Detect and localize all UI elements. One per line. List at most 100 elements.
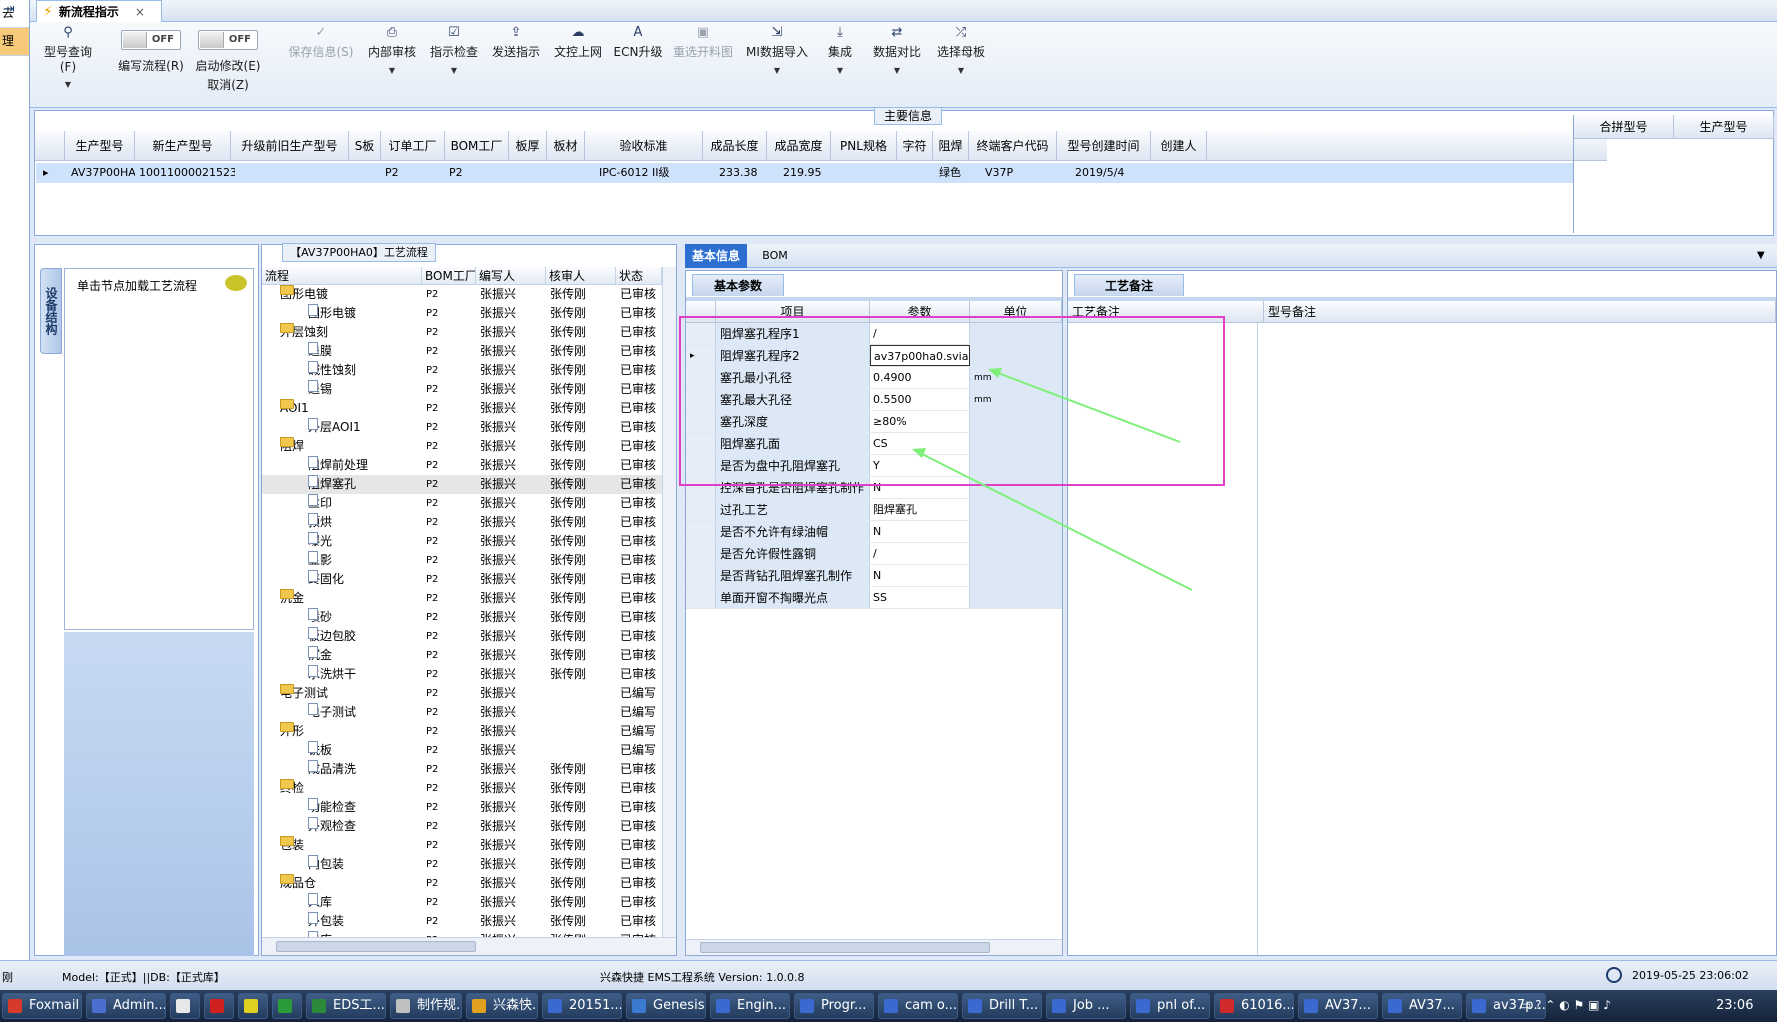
col-header[interactable]: 升级前旧生产型号 — [231, 131, 349, 161]
flow-tree-row[interactable]: 丝印 P2 张振兴 张传刚 已审核 — [262, 494, 662, 513]
flow-tree-row[interactable]: 喷砂 P2 张振兴 张传刚 已审核 — [262, 608, 662, 627]
taskbar-item[interactable]: Drill T... — [962, 993, 1042, 1019]
model-notes-area[interactable] — [1264, 323, 1764, 955]
chevron-down-icon[interactable]: ▼ — [1757, 250, 1765, 261]
col-header[interactable]: 核审人 — [546, 267, 616, 285]
taskbar-item[interactable]: Foxmail — [2, 993, 82, 1019]
flow-tree-row[interactable]: 图形电镀 P2 张振兴 张传刚 已审核 — [262, 304, 662, 323]
taskbar-item[interactable]: Progr... — [794, 993, 874, 1019]
cell-create-time[interactable]: 2019/5/4 — [1075, 163, 1151, 183]
close-icon[interactable]: × — [135, 5, 145, 19]
flow-tree-row[interactable]: −终检P2张振兴张传刚已审核 — [262, 779, 662, 798]
taskbar-item[interactable]: 61016... — [1214, 993, 1294, 1019]
vertical-scrollbar[interactable] — [662, 267, 676, 937]
flow-tree-row[interactable]: 入库 P2 张振兴 张传刚 已审核 — [262, 893, 662, 912]
col-header[interactable]: 成品长度 — [703, 131, 767, 161]
flow-tree-row[interactable]: −沉金P2张振兴张传刚已审核 — [262, 589, 662, 608]
flow-tree-row[interactable]: 预烘 P2 张振兴 张传刚 已审核 — [262, 513, 662, 532]
taskbar-item[interactable] — [272, 993, 302, 1019]
flow-tree-row[interactable]: 内包装 P2 张振兴 张传刚 已审核 — [262, 855, 662, 874]
check-button[interactable]: ☑ 指示检查 ▼ — [426, 22, 482, 76]
flow-tree-row[interactable]: −阻焊P2张振兴张传刚已审核 — [262, 437, 662, 456]
col-header[interactable]: 型号创建时间 — [1057, 131, 1151, 161]
cell-bom-factory[interactable]: P2 — [449, 163, 489, 183]
horizontal-scrollbar[interactable] — [262, 937, 676, 955]
flow-tree-row[interactable]: 外观检查 P2 张振兴 张传刚 已审核 — [262, 817, 662, 836]
flow-tree-row[interactable]: 退膜 P2 张振兴 张传刚 已审核 — [262, 342, 662, 361]
flow-tree-row[interactable]: 成品清洗 P2 张振兴 张传刚 已审核 — [262, 760, 662, 779]
start-modify-toggle[interactable]: OFF 启动修改(E) 取消(Z) — [178, 22, 278, 93]
taskbar-item[interactable]: AV37... — [1382, 993, 1462, 1019]
col-header[interactable]: S板 — [349, 131, 381, 161]
flow-tree-row[interactable]: 功能检查 P2 张振兴 张传刚 已审核 — [262, 798, 662, 817]
ecn-button[interactable]: A ECN升级 — [612, 22, 664, 60]
col-header[interactable]: 合拼型号 — [1574, 115, 1674, 139]
taskbar-item[interactable]: Genesis — [626, 993, 706, 1019]
tab-new-flow[interactable]: ⚡ 新流程指示 × — [36, 0, 162, 22]
flow-tree-row[interactable]: 水洗烘干 P2 张振兴 张传刚 已审核 — [262, 665, 662, 684]
taskbar-item[interactable]: AV37... — [1298, 993, 1378, 1019]
cell-width[interactable]: 219.95 — [783, 163, 831, 183]
mi-import-button[interactable]: ⇲ MI数据导入 ▼ — [742, 22, 812, 76]
flow-tree-row[interactable]: 铣板 P2 张振兴 已编写 — [262, 741, 662, 760]
taskbar-item[interactable]: Engin... — [710, 993, 790, 1019]
col-header[interactable]: 新生产型号 — [135, 131, 231, 161]
taskbar-item[interactable]: Admin... — [86, 993, 166, 1019]
flow-tree-row[interactable]: 阻焊前处理 P2 张振兴 张传刚 已审核 — [262, 456, 662, 475]
cell-model[interactable]: AV37P00HA0 — [71, 163, 135, 183]
flow-tree-row[interactable]: 电子测试 P2 张振兴 已编写 — [262, 703, 662, 722]
internal-review-button[interactable]: ⎙ 内部审核 ▼ — [364, 22, 420, 76]
tab-bom[interactable]: BOM — [755, 244, 795, 268]
tray-icons[interactable]: ▭ ? ⌃ ◐ ⚑ ▣ ♪ — [1520, 998, 1611, 1012]
taskbar-item[interactable] — [238, 993, 268, 1019]
col-header[interactable]: BOM工厂 — [422, 267, 476, 285]
flow-tree-row[interactable]: 外层AOI1 P2 张振兴 张传刚 已审核 — [262, 418, 662, 437]
scroll-thumb[interactable] — [276, 941, 476, 952]
col-header[interactable]: 阻焊 — [933, 131, 969, 161]
col-header[interactable]: 终端客户代码 — [969, 131, 1057, 161]
template-button[interactable]: ⤮ 选择母板 ▼ — [932, 22, 990, 76]
col-header[interactable]: 编写人 — [476, 267, 546, 285]
flow-tree-row[interactable]: −外层蚀刻P2张振兴张传刚已审核 — [262, 323, 662, 342]
cell-length[interactable]: 233.38 — [719, 163, 767, 183]
col-header[interactable]: 状态 — [616, 267, 662, 285]
flow-tree-row[interactable]: 外包装 P2 张振兴 张传刚 已审核 — [262, 912, 662, 931]
exit-icon[interactable]: ⇥ — [4, 2, 26, 20]
flow-tree-row[interactable]: 曝光 P2 张振兴 张传刚 已审核 — [262, 532, 662, 551]
taskbar-item[interactable]: 兴森快... — [466, 993, 538, 1019]
col-header[interactable]: 型号备注 — [1264, 301, 1776, 323]
col-header[interactable]: 板材 — [547, 131, 585, 161]
cell-standard[interactable]: IPC-6012 II级 — [599, 163, 703, 183]
cell-order-factory[interactable]: P2 — [385, 163, 425, 183]
taskbar-item[interactable] — [170, 993, 200, 1019]
taskbar-clock[interactable]: 23:06 — [1716, 998, 1753, 1013]
flow-tree-row[interactable]: 板边包胶 P2 张振兴 张传刚 已审核 — [262, 627, 662, 646]
col-header[interactable]: 创建人 — [1151, 131, 1207, 161]
left-nav-item-1[interactable]: 理 — [0, 28, 29, 56]
send-button[interactable]: ⇪ 发送指示 — [488, 22, 544, 60]
col-header[interactable]: 字符 — [897, 131, 933, 161]
flow-tree-row[interactable]: 沉金 P2 张振兴 张传刚 已审核 — [262, 646, 662, 665]
flow-tree-row[interactable]: 显影 P2 张振兴 张传刚 已审核 — [262, 551, 662, 570]
taskbar-item[interactable]: pnl of... — [1130, 993, 1210, 1019]
flow-tree-row[interactable]: −成品仓P2张振兴张传刚已审核 — [262, 874, 662, 893]
col-header[interactable]: 生产型号 — [65, 131, 135, 161]
col-header[interactable]: 验收标准 — [585, 131, 703, 161]
tab-basic-info[interactable]: 基本信息 — [685, 244, 747, 268]
taskbar-item[interactable]: 20151... — [542, 993, 622, 1019]
cell-new-model[interactable]: 10011000021523 — [139, 163, 235, 183]
col-header[interactable]: 成品宽度 — [767, 131, 831, 161]
col-header[interactable]: BOM工厂 — [445, 131, 509, 161]
col-header[interactable]: 订单工厂 — [381, 131, 445, 161]
query-button[interactable]: ⚲ 型号查询(F) ▼ — [36, 22, 100, 90]
start-modify-switch[interactable]: OFF — [198, 30, 258, 50]
cell-customer-code[interactable]: V37P — [985, 163, 1055, 183]
flow-tree-row[interactable]: −外形P2张振兴已编写 — [262, 722, 662, 741]
flow-tree-row[interactable]: 阻焊塞孔 P2 张振兴 张传刚 已审核 — [262, 475, 662, 494]
cell-solder-mask[interactable]: 绿色 — [939, 163, 969, 183]
col-header[interactable]: 生产型号 — [1674, 115, 1774, 139]
col-header[interactable]: 板厚 — [509, 131, 547, 161]
horizontal-scrollbar[interactable] — [686, 939, 1062, 955]
flow-tree-row[interactable]: 碱性蚀刻 P2 张振兴 张传刚 已审核 — [262, 361, 662, 380]
device-structure-tab[interactable]: 设备结构 — [40, 268, 62, 354]
